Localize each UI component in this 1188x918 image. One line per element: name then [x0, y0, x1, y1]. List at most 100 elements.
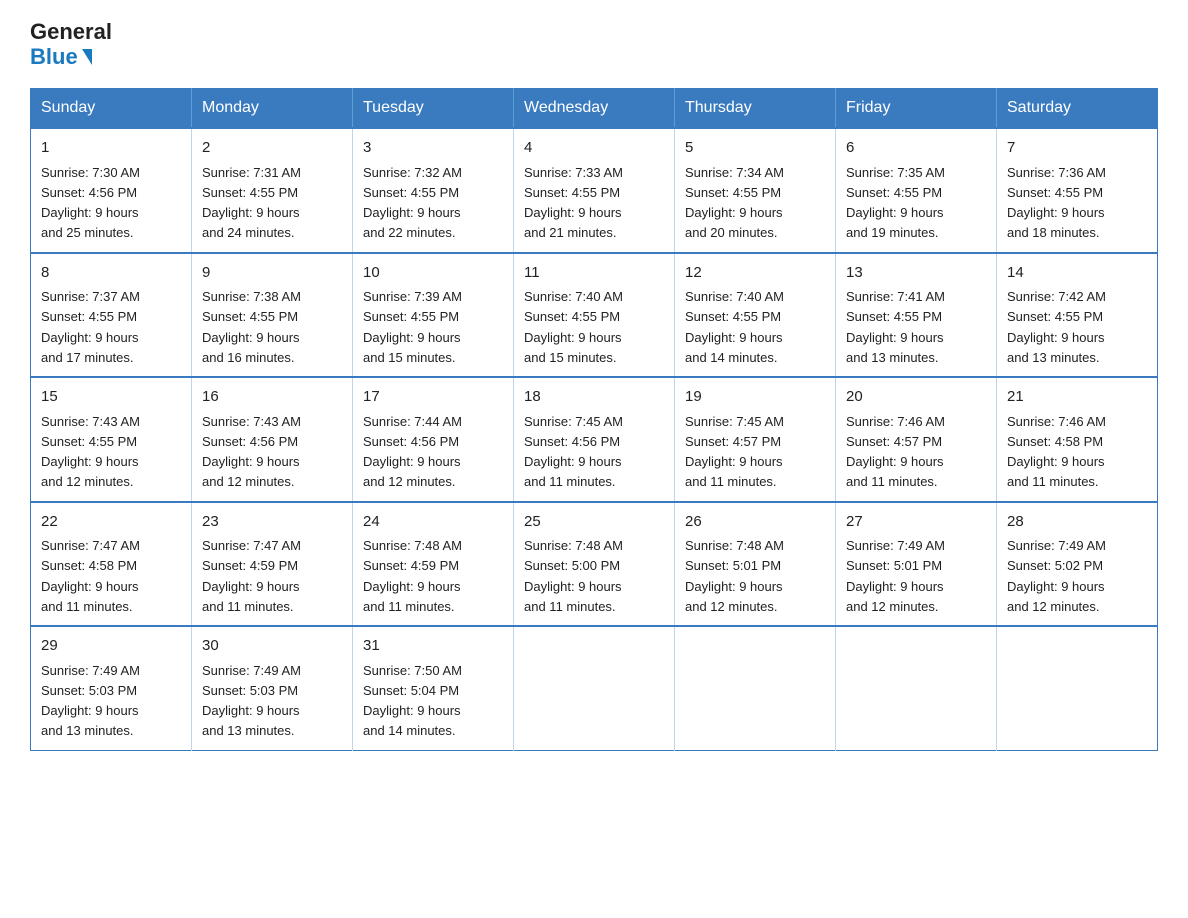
calendar-cell: 14 Sunrise: 7:42 AMSunset: 4:55 PMDaylig…	[997, 253, 1158, 378]
week-row-5: 29 Sunrise: 7:49 AMSunset: 5:03 PMDaylig…	[31, 626, 1158, 750]
day-number: 1	[41, 137, 181, 160]
day-number: 31	[363, 635, 503, 658]
calendar-cell: 31 Sunrise: 7:50 AMSunset: 5:04 PMDaylig…	[353, 626, 514, 750]
day-info: Sunrise: 7:30 AMSunset: 4:56 PMDaylight:…	[41, 165, 140, 241]
day-info: Sunrise: 7:33 AMSunset: 4:55 PMDaylight:…	[524, 165, 623, 241]
day-info: Sunrise: 7:48 AMSunset: 5:00 PMDaylight:…	[524, 538, 623, 614]
calendar-cell: 16 Sunrise: 7:43 AMSunset: 4:56 PMDaylig…	[192, 377, 353, 502]
logo-blue-text: Blue	[30, 44, 92, 70]
calendar-cell: 18 Sunrise: 7:45 AMSunset: 4:56 PMDaylig…	[514, 377, 675, 502]
week-row-4: 22 Sunrise: 7:47 AMSunset: 4:58 PMDaylig…	[31, 502, 1158, 627]
day-info: Sunrise: 7:46 AMSunset: 4:57 PMDaylight:…	[846, 414, 945, 490]
week-row-3: 15 Sunrise: 7:43 AMSunset: 4:55 PMDaylig…	[31, 377, 1158, 502]
calendar-cell	[836, 626, 997, 750]
calendar-cell: 17 Sunrise: 7:44 AMSunset: 4:56 PMDaylig…	[353, 377, 514, 502]
day-info: Sunrise: 7:31 AMSunset: 4:55 PMDaylight:…	[202, 165, 301, 241]
calendar-cell: 27 Sunrise: 7:49 AMSunset: 5:01 PMDaylig…	[836, 502, 997, 627]
day-number: 14	[1007, 262, 1147, 285]
calendar-cell	[675, 626, 836, 750]
day-number: 3	[363, 137, 503, 160]
day-number: 28	[1007, 511, 1147, 534]
day-number: 2	[202, 137, 342, 160]
day-info: Sunrise: 7:45 AMSunset: 4:56 PMDaylight:…	[524, 414, 623, 490]
day-header-wednesday: Wednesday	[514, 89, 675, 129]
logo-triangle-icon	[82, 49, 92, 65]
calendar-cell: 28 Sunrise: 7:49 AMSunset: 5:02 PMDaylig…	[997, 502, 1158, 627]
day-info: Sunrise: 7:44 AMSunset: 4:56 PMDaylight:…	[363, 414, 462, 490]
day-number: 5	[685, 137, 825, 160]
calendar-cell: 11 Sunrise: 7:40 AMSunset: 4:55 PMDaylig…	[514, 253, 675, 378]
day-info: Sunrise: 7:45 AMSunset: 4:57 PMDaylight:…	[685, 414, 784, 490]
day-number: 8	[41, 262, 181, 285]
day-number: 27	[846, 511, 986, 534]
calendar-cell: 6 Sunrise: 7:35 AMSunset: 4:55 PMDayligh…	[836, 128, 997, 253]
day-header-row: SundayMondayTuesdayWednesdayThursdayFrid…	[31, 89, 1158, 129]
day-number: 4	[524, 137, 664, 160]
day-number: 22	[41, 511, 181, 534]
calendar-cell: 23 Sunrise: 7:47 AMSunset: 4:59 PMDaylig…	[192, 502, 353, 627]
day-number: 17	[363, 386, 503, 409]
day-number: 25	[524, 511, 664, 534]
calendar-table: SundayMondayTuesdayWednesdayThursdayFrid…	[30, 88, 1158, 751]
day-number: 23	[202, 511, 342, 534]
day-number: 12	[685, 262, 825, 285]
day-info: Sunrise: 7:41 AMSunset: 4:55 PMDaylight:…	[846, 289, 945, 365]
calendar-cell: 12 Sunrise: 7:40 AMSunset: 4:55 PMDaylig…	[675, 253, 836, 378]
day-info: Sunrise: 7:39 AMSunset: 4:55 PMDaylight:…	[363, 289, 462, 365]
calendar-cell: 20 Sunrise: 7:46 AMSunset: 4:57 PMDaylig…	[836, 377, 997, 502]
calendar-body: 1 Sunrise: 7:30 AMSunset: 4:56 PMDayligh…	[31, 128, 1158, 750]
calendar-cell: 1 Sunrise: 7:30 AMSunset: 4:56 PMDayligh…	[31, 128, 192, 253]
calendar-cell: 30 Sunrise: 7:49 AMSunset: 5:03 PMDaylig…	[192, 626, 353, 750]
calendar-cell: 9 Sunrise: 7:38 AMSunset: 4:55 PMDayligh…	[192, 253, 353, 378]
day-number: 30	[202, 635, 342, 658]
day-number: 9	[202, 262, 342, 285]
day-number: 20	[846, 386, 986, 409]
day-number: 29	[41, 635, 181, 658]
day-number: 26	[685, 511, 825, 534]
day-info: Sunrise: 7:49 AMSunset: 5:03 PMDaylight:…	[41, 663, 140, 739]
day-number: 24	[363, 511, 503, 534]
calendar-cell	[997, 626, 1158, 750]
day-info: Sunrise: 7:35 AMSunset: 4:55 PMDaylight:…	[846, 165, 945, 241]
day-number: 11	[524, 262, 664, 285]
day-info: Sunrise: 7:38 AMSunset: 4:55 PMDaylight:…	[202, 289, 301, 365]
logo-general-text: General	[30, 20, 112, 44]
day-header-friday: Friday	[836, 89, 997, 129]
calendar-cell: 24 Sunrise: 7:48 AMSunset: 4:59 PMDaylig…	[353, 502, 514, 627]
calendar-cell: 29 Sunrise: 7:49 AMSunset: 5:03 PMDaylig…	[31, 626, 192, 750]
day-info: Sunrise: 7:48 AMSunset: 5:01 PMDaylight:…	[685, 538, 784, 614]
day-info: Sunrise: 7:47 AMSunset: 4:58 PMDaylight:…	[41, 538, 140, 614]
day-header-sunday: Sunday	[31, 89, 192, 129]
day-info: Sunrise: 7:49 AMSunset: 5:03 PMDaylight:…	[202, 663, 301, 739]
calendar-cell: 13 Sunrise: 7:41 AMSunset: 4:55 PMDaylig…	[836, 253, 997, 378]
day-header-saturday: Saturday	[997, 89, 1158, 129]
day-number: 16	[202, 386, 342, 409]
day-number: 15	[41, 386, 181, 409]
day-info: Sunrise: 7:42 AMSunset: 4:55 PMDaylight:…	[1007, 289, 1106, 365]
logo: General Blue	[30, 20, 112, 70]
day-info: Sunrise: 7:43 AMSunset: 4:55 PMDaylight:…	[41, 414, 140, 490]
calendar-cell: 8 Sunrise: 7:37 AMSunset: 4:55 PMDayligh…	[31, 253, 192, 378]
day-info: Sunrise: 7:49 AMSunset: 5:01 PMDaylight:…	[846, 538, 945, 614]
page-header: General Blue	[30, 20, 1158, 70]
day-info: Sunrise: 7:47 AMSunset: 4:59 PMDaylight:…	[202, 538, 301, 614]
day-header-tuesday: Tuesday	[353, 89, 514, 129]
day-number: 19	[685, 386, 825, 409]
calendar-cell: 7 Sunrise: 7:36 AMSunset: 4:55 PMDayligh…	[997, 128, 1158, 253]
day-info: Sunrise: 7:40 AMSunset: 4:55 PMDaylight:…	[685, 289, 784, 365]
day-number: 18	[524, 386, 664, 409]
calendar-cell: 3 Sunrise: 7:32 AMSunset: 4:55 PMDayligh…	[353, 128, 514, 253]
calendar-cell: 10 Sunrise: 7:39 AMSunset: 4:55 PMDaylig…	[353, 253, 514, 378]
day-info: Sunrise: 7:49 AMSunset: 5:02 PMDaylight:…	[1007, 538, 1106, 614]
week-row-2: 8 Sunrise: 7:37 AMSunset: 4:55 PMDayligh…	[31, 253, 1158, 378]
calendar-cell: 25 Sunrise: 7:48 AMSunset: 5:00 PMDaylig…	[514, 502, 675, 627]
calendar-cell: 21 Sunrise: 7:46 AMSunset: 4:58 PMDaylig…	[997, 377, 1158, 502]
calendar-cell: 4 Sunrise: 7:33 AMSunset: 4:55 PMDayligh…	[514, 128, 675, 253]
day-header-thursday: Thursday	[675, 89, 836, 129]
calendar-cell: 5 Sunrise: 7:34 AMSunset: 4:55 PMDayligh…	[675, 128, 836, 253]
day-number: 21	[1007, 386, 1147, 409]
calendar-cell: 15 Sunrise: 7:43 AMSunset: 4:55 PMDaylig…	[31, 377, 192, 502]
calendar-cell: 26 Sunrise: 7:48 AMSunset: 5:01 PMDaylig…	[675, 502, 836, 627]
week-row-1: 1 Sunrise: 7:30 AMSunset: 4:56 PMDayligh…	[31, 128, 1158, 253]
calendar-cell	[514, 626, 675, 750]
